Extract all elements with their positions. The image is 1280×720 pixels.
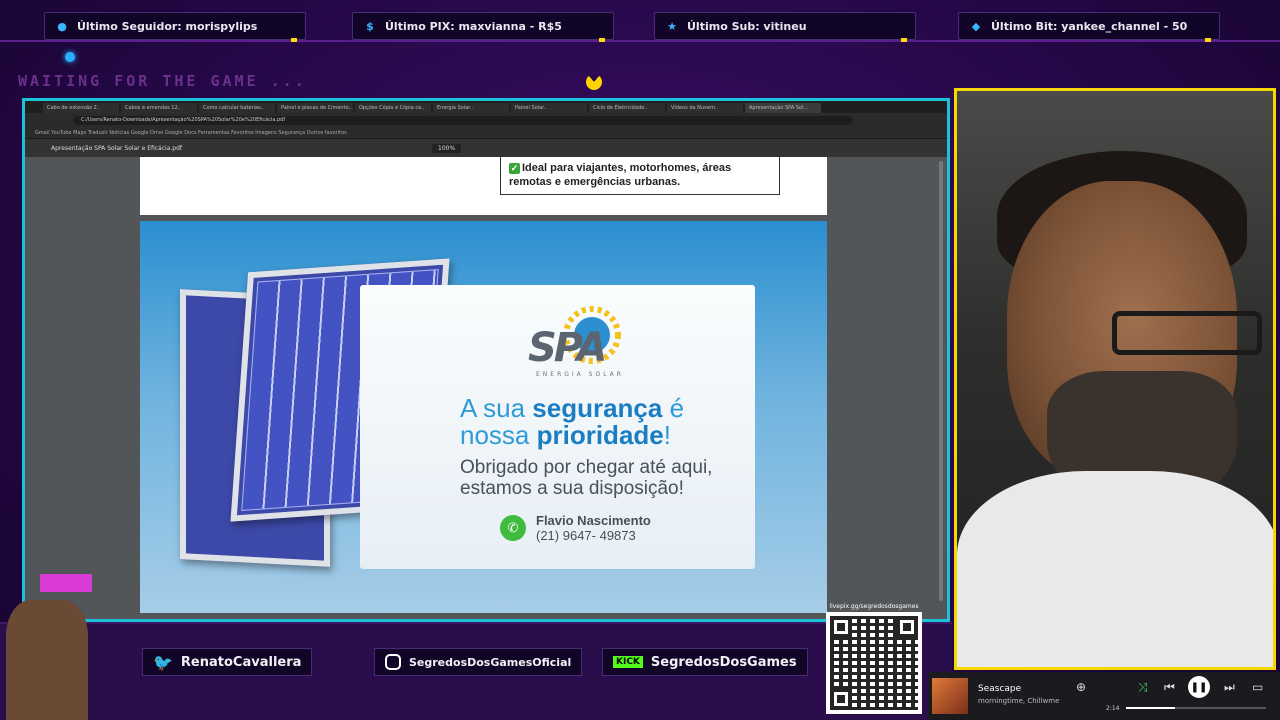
qr-finder (896, 616, 918, 638)
browser-tabs: Cabo de extensão 2.. Cabos e emendas 12.… (25, 101, 947, 113)
url-input[interactable]: C:/Users/Renato-Downloads/Apresentação%2… (73, 115, 853, 125)
like-icon[interactable]: ⊕ (1076, 680, 1086, 694)
browser-tab[interactable]: Como calcular baterias.. (199, 103, 275, 113)
social-twitter[interactable]: 🐦 RenatoCavallera (142, 648, 313, 676)
pdf-viewer[interactable]: ✓ Ideal para viajantes, motorhomes, áreas… (25, 157, 947, 619)
social-instagram[interactable]: SegredosDosGamesOficial (374, 648, 583, 676)
social-label: RenatoCavallera (180, 654, 302, 670)
contact-phone: (21) 9647- 49873 (536, 528, 636, 543)
social-label: SegredosDosGamesOficial (409, 655, 572, 669)
headline-part: A sua (460, 393, 533, 423)
diamond-icon: ◆ (971, 19, 981, 33)
kick-icon: KICK (613, 656, 643, 668)
album-art (932, 678, 968, 714)
pdf-scrollbar[interactable] (939, 161, 943, 601)
headline-bold: segurança (532, 393, 663, 423)
contact-card: SPA ENERGIA SOLAR A sua segurança é noss… (360, 285, 755, 569)
pdf-filename: Apresentação SPA Solar Solar e Eficácia.… (51, 144, 183, 152)
browser-tab[interactable]: Cabos e emendas 12.. (121, 103, 197, 113)
alert-last-bit: ◆ Último Bit: yankee_channel - 50 (958, 12, 1220, 42)
alert-label: Último Sub: vitineu (687, 19, 807, 33)
browser-tab[interactable]: Painel e placas de Cimento.. (277, 103, 353, 113)
pdf-page-slide: SPA ENERGIA SOLAR A sua segurança é noss… (140, 221, 827, 613)
headline: A sua segurança é nossa prioridade! (460, 395, 750, 449)
headline-bold: prioridade (536, 420, 664, 450)
previous-icon[interactable]: ⏮ (1164, 680, 1175, 695)
alert-last-pix: $ Último PIX: maxvianna - R$5 (352, 12, 614, 42)
contact-name: Flavio Nascimento (536, 513, 651, 528)
user-icon: ● (57, 19, 67, 33)
browser-tab[interactable]: Ciclo de Eletricidade.. (589, 103, 665, 113)
browser-tab[interactable]: Cabo de extensão 2.. (43, 103, 119, 113)
next-icon[interactable]: ⏭ (1224, 680, 1235, 695)
blue-dot-decoration (65, 52, 75, 62)
instagram-icon (385, 654, 401, 670)
alert-last-follower: ● Último Seguidor: morispylips (44, 12, 306, 42)
webcam-feed (954, 88, 1276, 670)
twitter-icon: 🐦 (153, 652, 173, 672)
star-icon: ★ (667, 19, 677, 33)
alert-last-sub: ★ Último Sub: vitineu (654, 12, 916, 42)
alert-label: Último Seguidor: morispylips (77, 19, 258, 33)
webcam-person-glasses (1112, 311, 1262, 355)
social-kick[interactable]: KICK SegredosDosGames (602, 648, 808, 676)
feature-text: Ideal para viajantes, motorhomes, áreas … (509, 162, 732, 188)
browser-tab[interactable]: Opções Cópia e Cópia ca.. (355, 103, 431, 113)
screen-capture: Cabo de extensão 2.. Cabos e emendas 12.… (22, 98, 950, 622)
browser-tab[interactable]: Painel Solar.. (511, 103, 587, 113)
song-title: Seascape (978, 684, 1022, 694)
music-player: Seascape morningtime, Chillwme ⊕ ⤨ ⏮ ❚❚ … (928, 672, 1280, 720)
check-icon: ✓ (509, 163, 520, 174)
alert-label: Último Bit: yankee_channel - 50 (991, 19, 1188, 33)
webcam-person-shirt (957, 471, 1273, 667)
pdf-toolbar: Apresentação SPA Solar Solar e Eficácia.… (25, 139, 947, 157)
dollar-icon: $ (366, 19, 374, 33)
top-divider (0, 40, 1280, 42)
zoom-level[interactable]: 100% (432, 143, 462, 153)
social-label: SegredosDosGames (650, 654, 797, 670)
logo-subtitle: ENERGIA SOLAR (536, 371, 624, 378)
pixel-avatar (6, 600, 88, 720)
lyrics-icon[interactable]: ▭ (1252, 680, 1263, 694)
logo-text: SPA (528, 325, 607, 371)
waiting-text: WAITING FOR THE GAME ... (18, 72, 307, 90)
pixel-avatar-tag (40, 574, 92, 592)
browser-tab[interactable]: Energia Solar.. (433, 103, 509, 113)
spa-logo: SPA ENERGIA SOLAR (528, 297, 638, 381)
qr-code[interactable] (826, 612, 922, 714)
headline-part: ! (663, 420, 671, 450)
qr-finder (830, 616, 852, 638)
qr-pattern (830, 616, 918, 710)
pdf-page-previous: ✓ Ideal para viajantes, motorhomes, áreas… (140, 157, 827, 215)
song-artist: morningtime, Chillwme (978, 697, 1060, 705)
browser-tab-active[interactable]: Apresentação SPA Sol... (745, 103, 821, 113)
pacman-icon (586, 74, 602, 90)
feature-box: ✓ Ideal para viajantes, motorhomes, áreas… (500, 157, 780, 195)
contact-info: ✆ Flavio Nascimento (21) 9647- 49873 (500, 513, 651, 543)
qr-label: livepix.gg/segredosdosgames (829, 603, 919, 610)
bookmarks-bar[interactable]: Gmail YouTube Maps Traduzir Notícias Goo… (25, 127, 947, 139)
playback-time: 2:14 (1106, 705, 1120, 712)
progress-bar[interactable] (1126, 707, 1266, 709)
whatsapp-icon: ✆ (500, 515, 526, 541)
address-bar-row: C:/Users/Renato-Downloads/Apresentação%2… (25, 113, 947, 127)
browser-tab[interactable]: Vídeos da Nuvem.. (667, 103, 743, 113)
progress-fill (1126, 707, 1175, 709)
qr-finder (830, 688, 852, 710)
alert-label: Último PIX: maxvianna - R$5 (385, 19, 562, 33)
thanks-text: Obrigado por chegar até aqui, estamos a … (460, 457, 713, 499)
shuffle-icon[interactable]: ⤨ (1138, 680, 1148, 695)
pause-button[interactable]: ❚❚ (1188, 676, 1210, 698)
